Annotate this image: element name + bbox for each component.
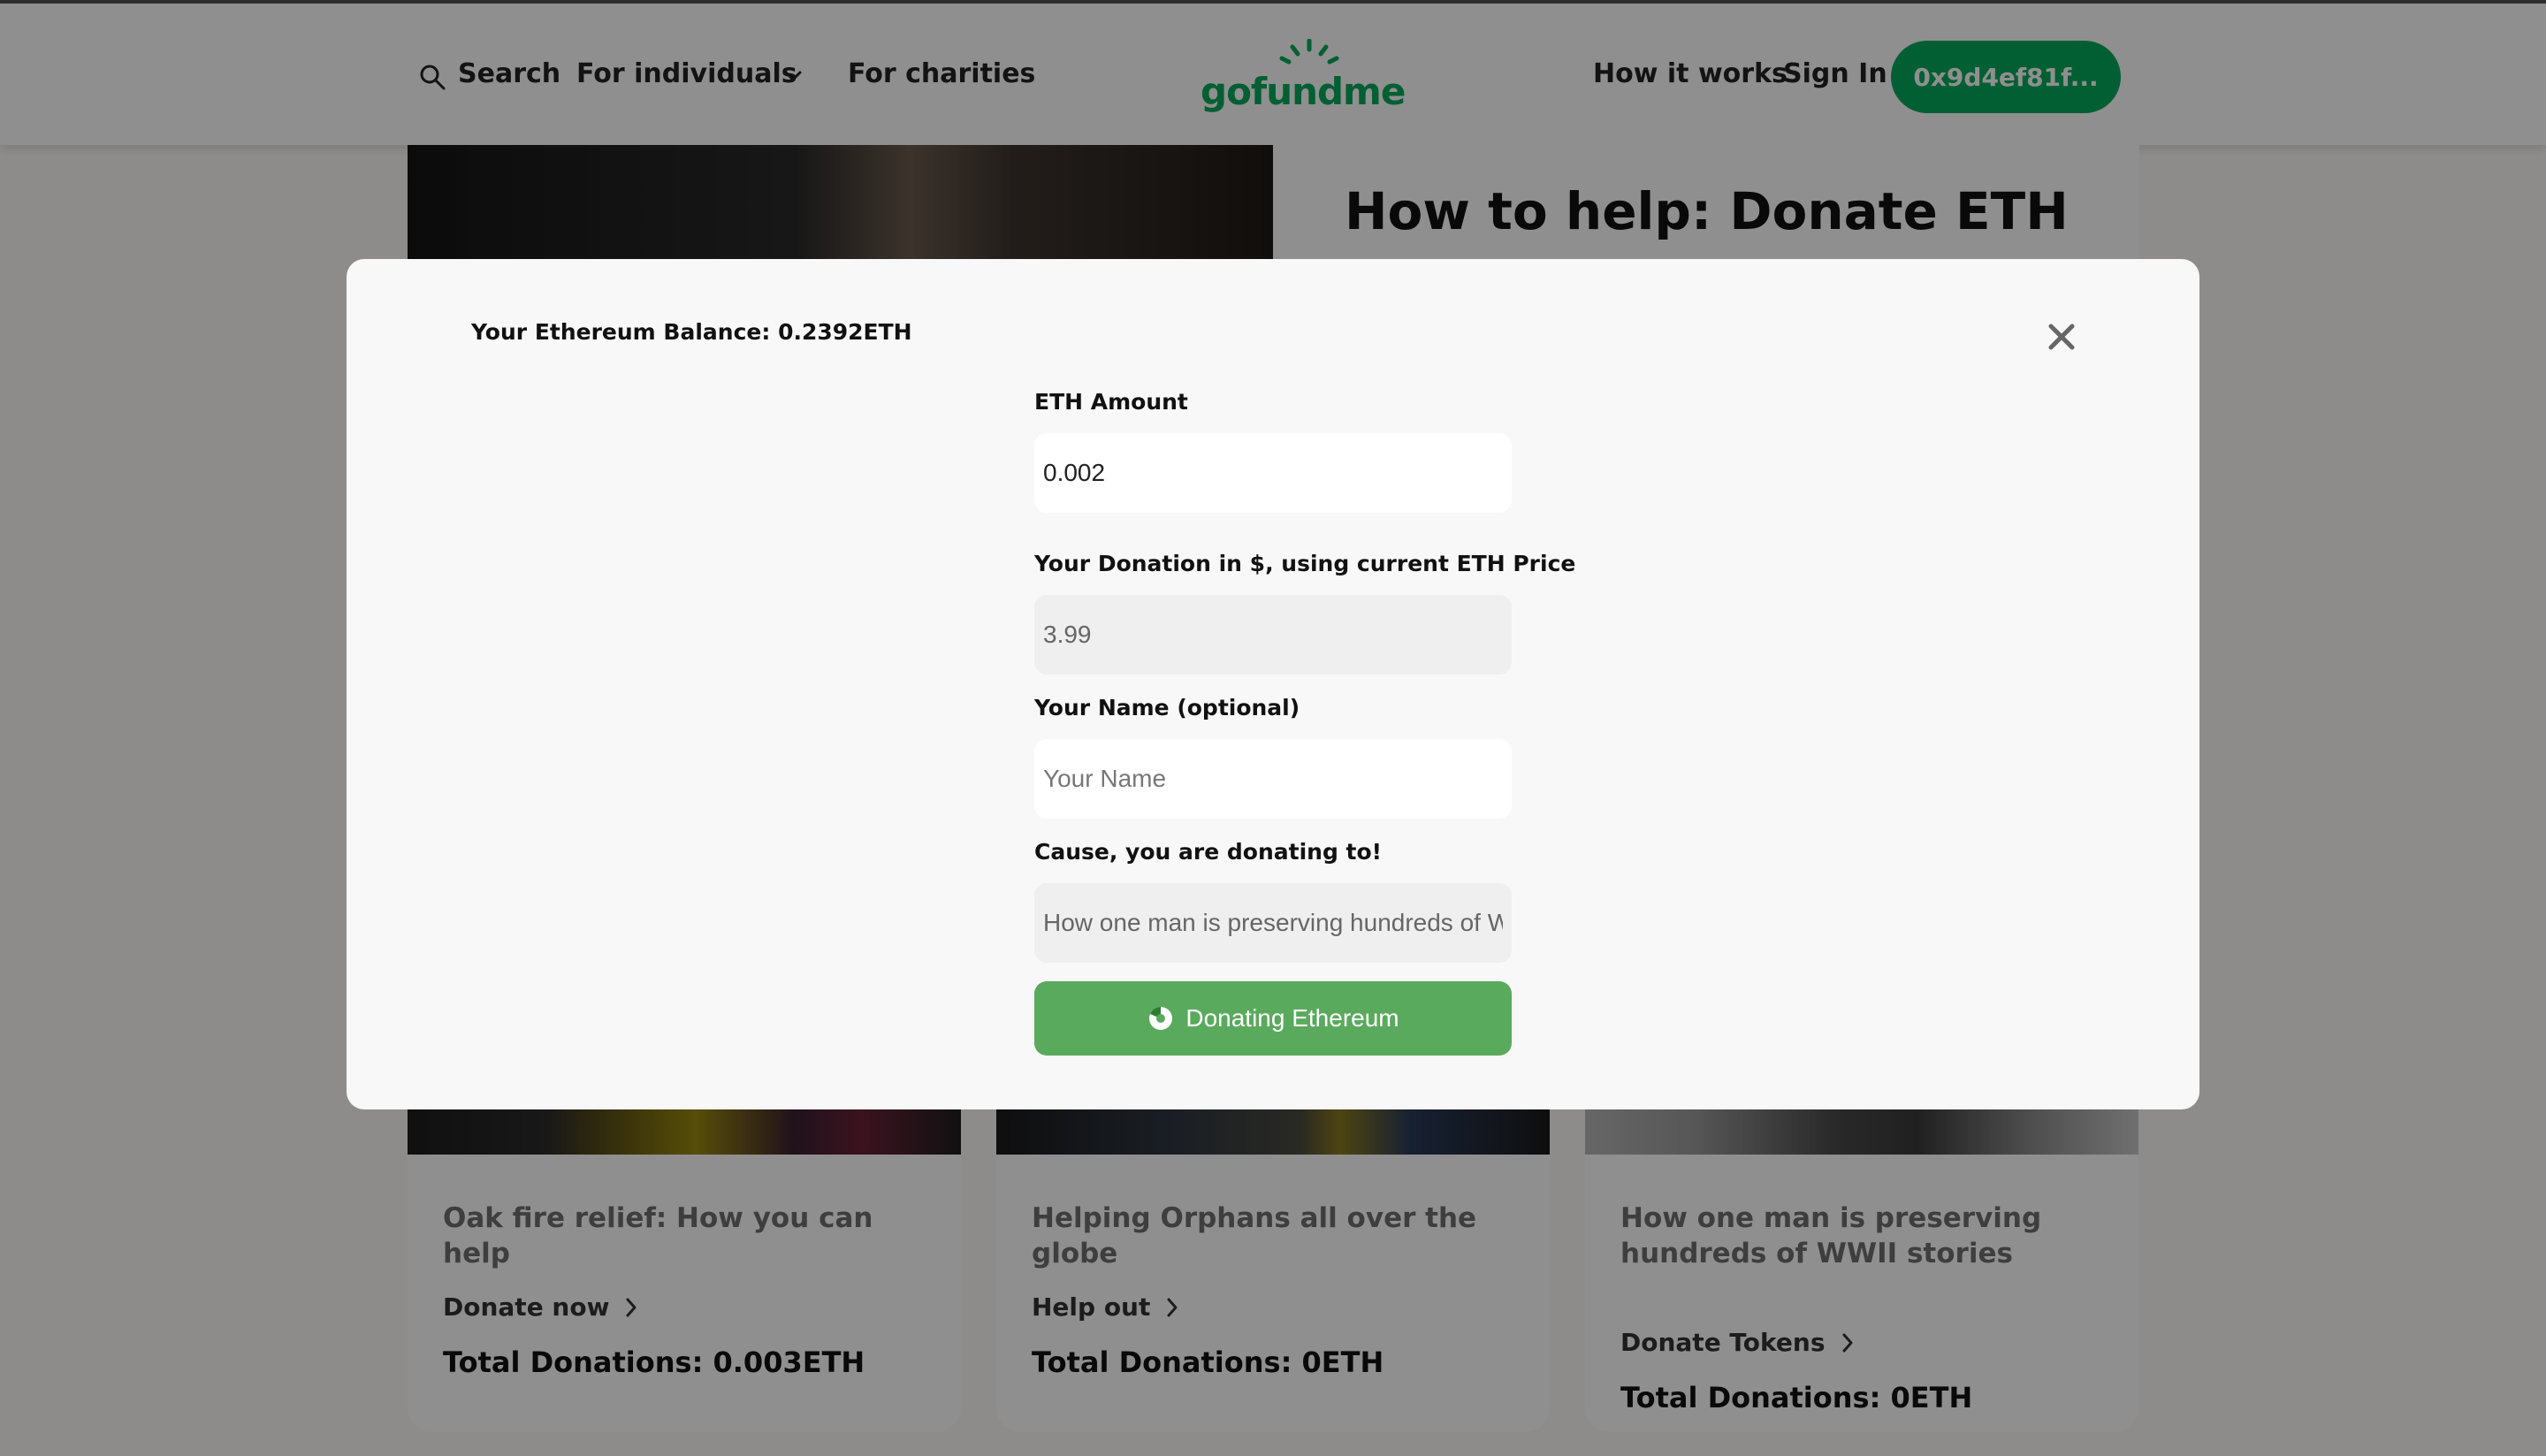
eth-balance: Your Ethereum Balance: 0.2392ETH <box>471 319 912 345</box>
cause-input[interactable] <box>1034 883 1512 963</box>
usd-donation-input[interactable] <box>1034 595 1512 675</box>
usd-donation-label: Your Donation in $, using current ETH Pr… <box>1034 551 1576 576</box>
cause-label: Cause, you are donating to! <box>1034 839 1383 865</box>
close-icon[interactable] <box>2042 317 2081 356</box>
donate-button-label: Donating Ethereum <box>1185 1004 1399 1032</box>
eth-amount-label: ETH Amount <box>1034 389 1188 415</box>
name-input[interactable] <box>1034 739 1512 819</box>
name-label: Your Name (optional) <box>1034 695 1300 720</box>
donate-eth-modal: Your Ethereum Balance: 0.2392ETH ETH Amo… <box>347 259 2199 1109</box>
donate-ethereum-button[interactable]: Donating Ethereum <box>1034 981 1512 1056</box>
eth-amount-input[interactable] <box>1034 433 1512 513</box>
loading-spinner-icon <box>1149 1007 1173 1030</box>
